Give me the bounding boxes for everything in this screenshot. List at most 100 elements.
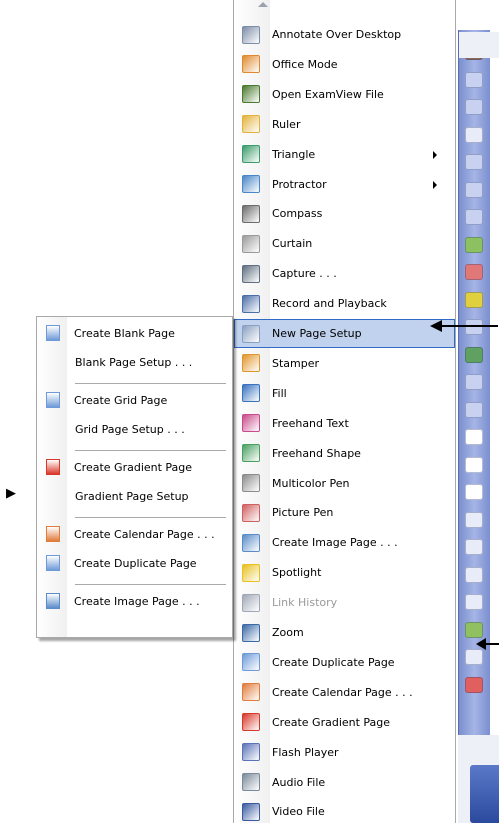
menu-item-video-file[interactable]: Video File	[234, 797, 455, 826]
multicolor-pen-icon	[242, 474, 260, 492]
page-icon[interactable]	[465, 429, 483, 445]
menu-item-office-mode[interactable]: Office Mode	[234, 50, 455, 79]
submenu-item[interactable]: Blank Page Setup . . .	[37, 350, 232, 374]
annotation-arrow-head-2	[476, 638, 486, 650]
menu-item-record[interactable]: Record and Playback	[234, 289, 455, 318]
submenu-arrow-icon	[433, 180, 437, 189]
examview-icon	[242, 85, 260, 104]
minus-circle-icon[interactable]	[465, 71, 483, 88]
submenu-item-label: Create Gradient Page	[74, 460, 193, 474]
close-circle-icon[interactable]	[465, 676, 483, 693]
submenu-item[interactable]: Create Duplicate Page	[37, 551, 232, 575]
back-icon[interactable]	[465, 511, 483, 528]
menu-item-zoom[interactable]: Zoom	[234, 618, 455, 647]
image-page-icon	[46, 593, 60, 609]
delete-icon[interactable]	[465, 401, 483, 418]
taskbar-button[interactable]	[470, 765, 499, 823]
menu-item-annotate-desktop[interactable]: Annotate Over Desktop	[234, 20, 455, 49]
menu-item-stamper[interactable]: Stamper	[234, 349, 455, 378]
page-lines-icon[interactable]	[465, 456, 483, 473]
menu-item-protractor[interactable]: Protractor	[234, 170, 455, 199]
submenu-item-label: Create Calendar Page . . .	[74, 527, 215, 541]
menu-item-link-history[interactable]: Link History	[234, 588, 455, 617]
scroll-up-icon	[258, 2, 268, 7]
submenu-item[interactable]: Create Grid Page	[37, 388, 232, 412]
undo-icon[interactable]	[465, 374, 483, 390]
menu-item-label: Compass	[272, 207, 323, 221]
pen-icon[interactable]	[465, 236, 483, 253]
menu-item-label: Ruler	[272, 117, 301, 131]
submenu-item-label: Blank Page Setup . . .	[75, 355, 193, 369]
menu-item-spotlight[interactable]: Spotlight	[234, 558, 455, 587]
menu-item-duplicate-page[interactable]: Create Duplicate Page	[234, 648, 455, 677]
menu-item-ruler[interactable]: Ruler	[234, 110, 455, 139]
image-icon[interactable]	[465, 621, 483, 638]
menu-item-triangle[interactable]: Triangle	[234, 140, 455, 169]
menu-item-curtain[interactable]: Curtain	[234, 229, 455, 258]
keyboard-icon[interactable]	[465, 566, 483, 583]
pointer-box-icon[interactable]	[465, 209, 483, 225]
freehand-text-icon	[242, 414, 260, 433]
menu-item-label: Curtain	[272, 237, 313, 251]
shape-icon[interactable]	[465, 319, 483, 335]
submenu-item-label: Create Image Page . . .	[74, 594, 200, 608]
submenu-separator	[75, 584, 226, 585]
submenu-item-label: Gradient Page Setup	[75, 489, 189, 503]
menu-item-label: Record and Playback	[272, 297, 387, 311]
side-toolbar	[458, 30, 490, 735]
submenu-item[interactable]: Create Gradient Page	[37, 455, 232, 479]
curtain-icon	[242, 234, 260, 253]
submenu-item[interactable]: Grid Page Setup . . .	[37, 417, 232, 441]
gradient-page-icon	[242, 713, 260, 732]
pointer-icon[interactable]	[465, 181, 483, 198]
menu-item-label: Freehand Text	[272, 416, 349, 430]
menu-item-calendar-page[interactable]: Create Calendar Page . . .	[234, 678, 455, 707]
menu-item-camera[interactable]: Capture . . .	[234, 259, 455, 288]
link-history-icon	[242, 593, 260, 612]
submenu-item-label: Create Blank Page	[74, 326, 175, 340]
menu-item-examview[interactable]: Open ExamView File	[234, 80, 455, 109]
menu-item-label: Link History	[272, 596, 338, 610]
menu-item-label: Audio File	[272, 775, 326, 789]
grid-page-icon	[46, 392, 60, 408]
menu-item-flash-player[interactable]: Flash Player	[234, 738, 455, 767]
gradient-page-icon	[46, 459, 60, 475]
compass-icon	[242, 204, 260, 223]
menu-item-new-page-setup[interactable]: New Page Setup	[234, 319, 455, 348]
mouse-icon[interactable]	[465, 126, 483, 143]
submenu-item[interactable]: Gradient Page Setup	[37, 484, 232, 508]
menu-item-freehand-shape[interactable]: Freehand Shape	[234, 439, 455, 468]
menu-item-label: New Page Setup	[272, 327, 362, 340]
menu-item-label: Stamper	[272, 356, 320, 370]
menu-item-compass[interactable]: Compass	[234, 199, 455, 228]
duplicate-page-icon	[46, 555, 60, 571]
submenu-item[interactable]: Create Image Page . . .	[37, 589, 232, 613]
annotation-arrow-line-2	[485, 643, 499, 645]
menu-item-audio-file[interactable]: Audio File	[234, 768, 455, 797]
highlighter-icon[interactable]	[465, 291, 483, 308]
menu-item-gradient-page[interactable]: Create Gradient Page	[234, 708, 455, 737]
menu-item-label: Create Calendar Page . . .	[272, 685, 413, 699]
menu-item-fill[interactable]: Fill	[234, 379, 455, 408]
menu-item-label: Capture . . .	[272, 267, 337, 281]
menu-item-image-page[interactable]: Create Image Page . . .	[234, 528, 455, 557]
menu-item-label: Create Duplicate Page	[272, 655, 395, 669]
select-icon[interactable]	[465, 154, 483, 170]
zoom-icon	[242, 623, 260, 642]
menu-scroll-up[interactable]	[234, 0, 455, 14]
menu-item-freehand-text[interactable]: Freehand Text	[234, 409, 455, 438]
pages-icon[interactable]	[465, 484, 483, 500]
down-circle-icon[interactable]	[465, 99, 483, 115]
eraser-icon[interactable]	[465, 264, 483, 280]
submenu-item[interactable]: Create Calendar Page . . .	[37, 522, 232, 546]
menu-item-label: Create Gradient Page	[272, 715, 391, 729]
menu-item-label: Multicolor Pen	[272, 476, 350, 490]
table-icon[interactable]	[465, 346, 483, 363]
menu-item-picture-pen[interactable]: Picture Pen	[234, 498, 455, 527]
menu-item-label: Picture Pen	[272, 506, 334, 520]
save-icon[interactable]	[465, 594, 483, 610]
submenu-item[interactable]: Create Blank Page	[37, 321, 232, 345]
menu-item-multicolor-pen[interactable]: Multicolor Pen	[234, 469, 455, 498]
forward-icon[interactable]	[465, 539, 483, 555]
tools-icon[interactable]	[465, 649, 483, 665]
